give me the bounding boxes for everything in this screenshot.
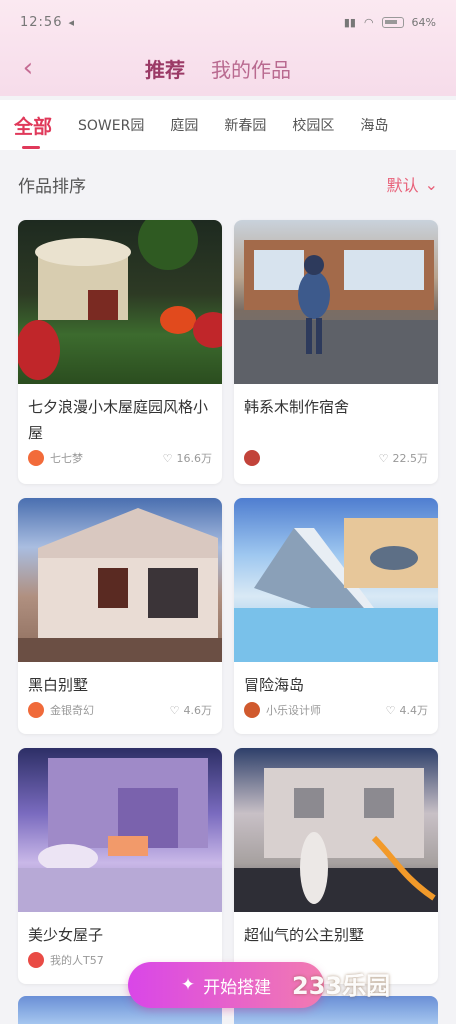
back-chevron-icon[interactable]: ‹ [14, 54, 42, 82]
header-tabs: 推荐 我的作品 [145, 54, 291, 83]
girl-room-image [18, 758, 222, 912]
avatar [28, 952, 44, 968]
likes-count: 22.5万 [392, 452, 429, 465]
work-title: 超仙气的公主别墅 [244, 926, 365, 944]
dorm-street-image [234, 240, 438, 384]
villa-image [18, 508, 222, 662]
signal-icon: ▮▮ [343, 15, 356, 29]
chevron-down-icon: ⌄ [424, 174, 438, 194]
work-card[interactable]: 美少女屋子 我的人T57 [18, 748, 222, 984]
sort-title: 作品排序 [18, 176, 86, 197]
likes-count: 4.4万 [399, 704, 429, 717]
work-thumbnail [18, 748, 222, 912]
sort-row: 作品排序 默认 ⌄ [0, 160, 456, 208]
work-likes: ♡ 4.6万 [170, 702, 212, 718]
watermark-logo: 233乐园 [292, 972, 391, 1000]
battery-level: 64% [411, 15, 436, 29]
cottage-scene-image [18, 220, 222, 380]
start-building-label: 开始搭建 [203, 977, 272, 998]
work-card[interactable]: 韩系木制作宿舍 ♡ 22.5万 [234, 220, 438, 484]
work-title: 黑白别墅 [28, 676, 89, 694]
heart-icon: ♡ [169, 703, 180, 717]
work-card[interactable]: 七夕浪漫小木屋庭园风格小屋 七七梦 ♡ 16.6万 [18, 220, 222, 484]
sort-dropdown[interactable]: 默认 ⌄ [387, 172, 438, 196]
sort-selected-label: 默认 [386, 176, 419, 195]
island-slide-image [234, 518, 438, 662]
work-thumbnail [234, 748, 438, 912]
work-author: 金银奇幻 [50, 704, 94, 717]
work-card[interactable]: 黑白别墅 金银奇幻 ♡ 4.6万 [18, 498, 222, 734]
work-thumbnail [234, 498, 438, 662]
avatar [244, 450, 260, 466]
sparkle-icon: ✦ [180, 975, 196, 995]
heart-icon: ♡ [378, 451, 389, 465]
work-meta: 七七梦 ♡ 16.6万 [18, 446, 222, 466]
heart-icon: ♡ [385, 703, 396, 717]
work-likes: ♡ 4.4万 [386, 702, 428, 718]
status-icons: ▮▮ ◠ 64% [344, 16, 436, 29]
status-bar: 12:56 ◂ ▮▮ ◠ 64% [0, 0, 456, 44]
princess-villa-image [234, 768, 438, 912]
work-card[interactable]: 冒险海岛 小乐设计师 ♡ 4.4万 [234, 498, 438, 734]
work-title: 韩系木制作宿舍 [244, 398, 350, 416]
work-author: 小乐设计师 [266, 704, 321, 717]
category-tabs: 全部 SOWER园 庭园 新春园 校园区 海岛 [0, 100, 456, 150]
work-title: 冒险海岛 [244, 676, 305, 694]
category-tab-island[interactable]: 海岛 [360, 115, 388, 135]
tab-recommend[interactable]: 推荐 [145, 54, 185, 83]
avatar [28, 702, 44, 718]
battery-icon [381, 16, 404, 28]
avatar [28, 450, 44, 466]
likes-count: 4.6万 [183, 704, 213, 717]
category-tab-spring[interactable]: 新春园 [224, 115, 266, 135]
likes-count: 16.6万 [176, 452, 213, 465]
location-icon: ◂ [68, 15, 74, 29]
tab-my-works[interactable]: 我的作品 [211, 54, 291, 83]
work-meta: 小乐设计师 ♡ 4.4万 [234, 698, 438, 718]
work-title: 美少女屋子 [28, 926, 104, 944]
category-tab-campus[interactable]: 校园区 [292, 115, 334, 135]
heart-icon: ♡ [162, 451, 173, 465]
category-tab-all[interactable]: 全部 [14, 112, 52, 149]
wifi-icon: ◠ [363, 15, 374, 29]
work-thumbnail [18, 220, 222, 384]
work-author: 七七梦 [50, 452, 83, 465]
work-card[interactable]: 超仙气的公主别墅 [234, 748, 438, 984]
work-likes: ♡ 16.6万 [163, 450, 212, 466]
header: ‹ 推荐 我的作品 [0, 44, 456, 96]
work-title: 七夕浪漫小木屋庭园风格小屋 [28, 398, 209, 442]
work-meta: 金银奇幻 ♡ 4.6万 [18, 698, 222, 718]
category-tab-sower[interactable]: SOWER园 [78, 115, 144, 135]
works-grid: 七夕浪漫小木屋庭园风格小屋 七七梦 ♡ 16.6万 韩系木制作宿舍 ♡ 22.5万 [18, 220, 438, 984]
work-thumbnail [234, 220, 438, 384]
work-meta: ♡ 22.5万 [234, 446, 438, 466]
category-tab-garden[interactable]: 庭园 [170, 115, 198, 135]
work-likes: ♡ 22.5万 [379, 450, 428, 466]
status-time: 12:56 [20, 14, 63, 30]
work-thumbnail [18, 498, 222, 662]
avatar [244, 702, 260, 718]
